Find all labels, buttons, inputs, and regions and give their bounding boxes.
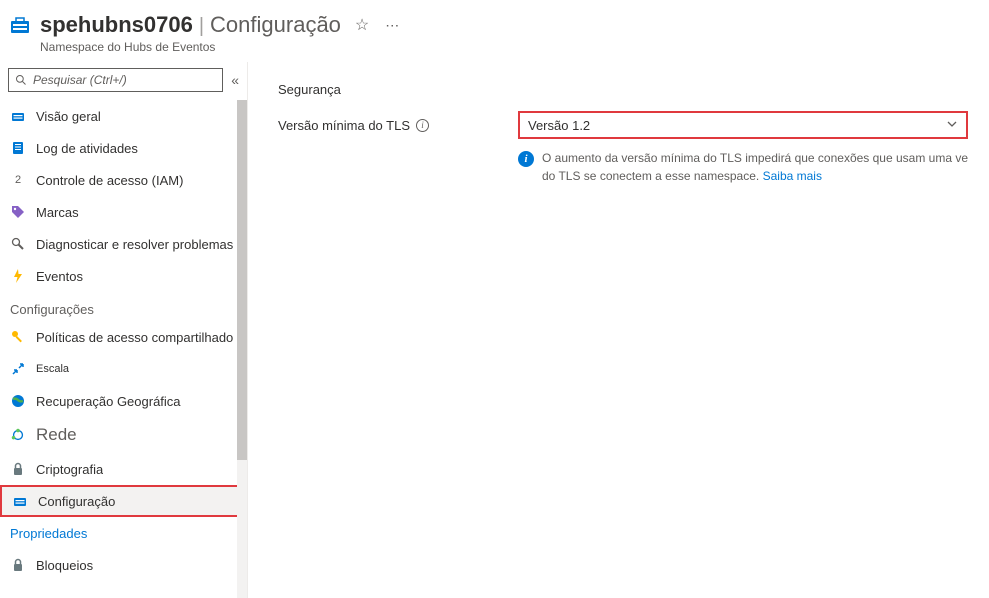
search-placeholder: Pesquisar (Ctrl+/) [33,73,127,87]
sidebar-item-geo-recovery[interactable]: Recuperação Geográfica [0,385,247,417]
resource-subtitle: Namespace do Hubs de Eventos [40,40,981,54]
sidebar-item-label: Configuração [38,494,115,509]
sidebar-item-label: Marcas [36,205,79,220]
key-icon [10,329,26,345]
learn-more-link[interactable]: Saiba mais [763,169,822,183]
scrollbar-thumb[interactable] [237,100,247,460]
sidebar-item-label: Políticas de acesso compartilhado [36,330,233,345]
page-title: Configuração [210,12,341,38]
page-header: spehubns0706 | Configuração ☆ ⋯ Namespac… [0,0,989,62]
sidebar-item-configuration[interactable]: Configuração [0,485,247,517]
events-icon [10,268,26,284]
sidebar-item-label: Diagnosticar e resolver problemas [36,237,233,252]
more-menu-icon[interactable]: ⋯ [385,17,399,34]
sidebar-item-label: Propriedades [10,526,87,541]
sidebar-item-label: Escala [36,363,69,375]
sidebar-item-activity-log[interactable]: Log de atividades [0,132,247,164]
sidebar-item-label: Bloqueios [36,558,93,573]
scale-icon [10,361,26,377]
sidebar-item-locks[interactable]: Bloqueios [0,549,247,581]
sidebar-item-label: Eventos [36,269,83,284]
overview-icon [10,108,26,124]
sidebar-item-encryption[interactable]: Criptografia [0,453,247,485]
info-badge-icon: i [518,151,534,167]
collapse-sidebar-icon[interactable]: « [231,72,239,88]
log-icon [10,140,26,156]
sidebar-item-diagnose[interactable]: Diagnosticar e resolver problemas [0,228,247,260]
resource-name: spehubns0706 [40,12,193,38]
sidebar-item-access-control[interactable]: 2 Controle de acesso (IAM) [0,164,247,196]
sidebar-item-label: Rede [36,425,77,445]
section-header-settings: Configurações [0,292,247,321]
info-tooltip-icon[interactable]: i [416,119,429,132]
lock-icon [10,557,26,573]
network-icon [10,427,26,443]
main-content: Segurança Versão mínima do TLS i Versão … [248,62,989,598]
security-heading: Segurança [278,82,989,97]
lock-icon [10,461,26,477]
sidebar-item-label: Log de atividades [36,141,138,156]
sidebar-item-shared-access[interactable]: Políticas de acesso compartilhado [0,321,247,353]
sidebar-item-tags[interactable]: Marcas [0,196,247,228]
resource-icon [8,13,32,37]
title-separator: | [199,15,204,38]
info-message: i O aumento da versão mínima do TLS impe… [518,149,978,185]
sidebar-item-label: Recuperação Geográfica [36,394,181,409]
sidebar-item-networking[interactable]: Rede [0,417,247,453]
search-input[interactable]: Pesquisar (Ctrl+/) [8,68,223,92]
search-icon [15,74,27,86]
tls-field-label: Versão mínima do TLS i [278,118,498,133]
sidebar-item-overview[interactable]: Visão geral [0,100,247,132]
sidebar-item-properties[interactable]: Propriedades [0,517,247,549]
sidebar-item-events[interactable]: Eventos [0,260,247,292]
favorite-star-icon[interactable]: ☆ [355,15,369,35]
select-value: Versão 1.2 [528,118,590,133]
tls-version-select[interactable]: Versão 1.2 [518,111,968,139]
access-icon: 2 [10,172,26,188]
sidebar: Pesquisar (Ctrl+/) « Visão geral Log de … [0,62,248,598]
sidebar-item-scale[interactable]: Escala [0,353,247,385]
sidebar-item-label: Criptografia [36,462,103,477]
sidebar-item-label: Visão geral [36,109,101,124]
diagnose-icon [10,236,26,252]
config-icon [12,493,28,509]
sidebar-item-label: Controle de acesso (IAM) [36,173,183,188]
tag-icon [10,204,26,220]
globe-icon [10,393,26,409]
chevron-down-icon [946,118,958,133]
